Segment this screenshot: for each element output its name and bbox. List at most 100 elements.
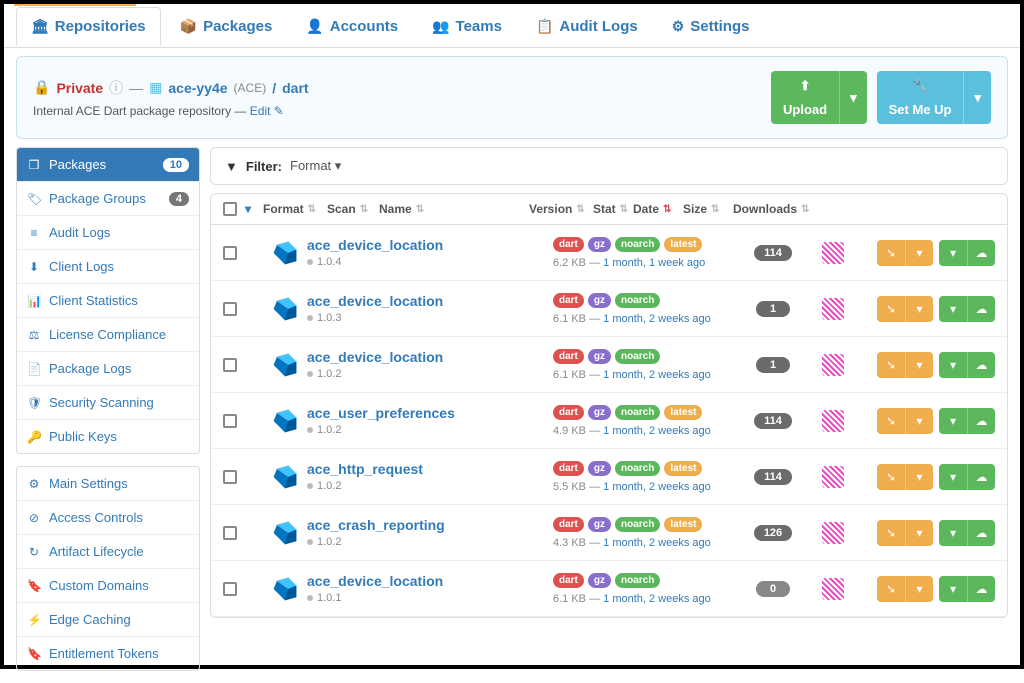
owner-avatar[interactable] <box>822 578 844 600</box>
package-date[interactable]: 1 month, 2 weeks ago <box>603 481 711 493</box>
action-more[interactable]: ▾ <box>939 408 967 434</box>
col-name[interactable]: Name⇅ <box>379 202 529 216</box>
package-date[interactable]: 1 month, 2 weeks ago <box>603 425 711 437</box>
sidebar-item-public-keys[interactable]: 🔑Public Keys <box>17 420 199 453</box>
row-checkbox[interactable] <box>223 414 237 428</box>
action-fetch-dropdown[interactable]: ▾ <box>905 296 933 322</box>
owner-avatar[interactable] <box>822 522 844 544</box>
sidebar-item-security-scanning[interactable]: 🛡Security Scanning <box>17 386 199 420</box>
upload-dropdown[interactable]: ▾ <box>839 71 867 124</box>
action-download[interactable]: ☁ <box>967 408 995 434</box>
package-date[interactable]: 1 month, 2 weeks ago <box>603 593 711 605</box>
owner-avatar[interactable] <box>822 242 844 264</box>
package-version[interactable]: 1.0.2 <box>307 368 553 380</box>
setup-button[interactable]: 🔧Set Me Up <box>877 71 964 124</box>
help-icon[interactable]: ⓘ <box>109 78 123 98</box>
action-fetch[interactable]: ➘ <box>877 520 905 546</box>
package-date[interactable]: 1 month, 1 week ago <box>603 257 705 269</box>
package-name-link[interactable]: ace_http_request <box>307 461 553 477</box>
action-download[interactable]: ☁ <box>967 576 995 602</box>
row-checkbox[interactable] <box>223 526 237 540</box>
setup-dropdown[interactable]: ▾ <box>963 71 991 124</box>
tab-teams[interactable]: 👥Teams <box>417 7 517 45</box>
package-name-link[interactable]: ace_user_preferences <box>307 405 553 421</box>
sidebar-item-client-statistics[interactable]: 📊Client Statistics <box>17 284 199 318</box>
action-fetch-dropdown[interactable]: ▾ <box>905 520 933 546</box>
action-fetch[interactable]: ➘ <box>877 296 905 322</box>
col-format[interactable]: Format⇅ <box>263 202 327 216</box>
row-checkbox[interactable] <box>223 246 237 260</box>
package-version[interactable]: 1.0.3 <box>307 312 553 324</box>
action-download[interactable]: ☁ <box>967 352 995 378</box>
col-date[interactable]: Date⇅ <box>633 202 683 216</box>
action-download[interactable]: ☁ <box>967 464 995 490</box>
col-size[interactable]: Size⇅ <box>683 202 733 216</box>
owner-avatar[interactable] <box>822 410 844 432</box>
tab-audit-logs[interactable]: 📋Audit Logs <box>521 7 653 45</box>
package-name-link[interactable]: ace_device_location <box>307 293 553 309</box>
owner-avatar[interactable] <box>822 298 844 320</box>
select-all-checkbox[interactable] <box>223 202 237 216</box>
owner-avatar[interactable] <box>822 466 844 488</box>
action-more[interactable]: ▾ <box>939 352 967 378</box>
tab-accounts[interactable]: 👤Accounts <box>291 7 413 45</box>
package-date[interactable]: 1 month, 2 weeks ago <box>603 369 711 381</box>
owner-avatar[interactable] <box>822 354 844 376</box>
sidebar-item-packages[interactable]: ❒Packages10 <box>17 148 199 182</box>
action-more[interactable]: ▾ <box>939 296 967 322</box>
action-fetch[interactable]: ➘ <box>877 464 905 490</box>
package-version[interactable]: 1.0.2 <box>307 480 553 492</box>
edit-description-link[interactable]: Edit ✎ <box>250 104 284 118</box>
action-more[interactable]: ▾ <box>939 520 967 546</box>
sidebar-item-entitlement-tokens[interactable]: 🔖Entitlement Tokens <box>17 637 199 670</box>
select-dropdown[interactable]: ▾ <box>245 202 251 216</box>
action-fetch-dropdown[interactable]: ▾ <box>905 352 933 378</box>
tab-packages[interactable]: 📦Packages <box>165 7 288 45</box>
col-downloads[interactable]: Downloads⇅ <box>733 202 823 216</box>
action-more[interactable]: ▾ <box>939 576 967 602</box>
sidebar-item-audit-logs[interactable]: ≡Audit Logs <box>17 216 199 250</box>
repo-link[interactable]: dart <box>282 80 308 96</box>
row-checkbox[interactable] <box>223 302 237 316</box>
sidebar-item-custom-domains[interactable]: 🔖Custom Domains <box>17 569 199 603</box>
sidebar-item-package-logs[interactable]: 📄Package Logs <box>17 352 199 386</box>
package-name-link[interactable]: ace_device_location <box>307 349 553 365</box>
sidebar-item-client-logs[interactable]: ⬇Client Logs <box>17 250 199 284</box>
action-fetch[interactable]: ➘ <box>877 576 905 602</box>
row-checkbox[interactable] <box>223 582 237 596</box>
package-date[interactable]: 1 month, 2 weeks ago <box>603 313 711 325</box>
action-fetch[interactable]: ➘ <box>877 352 905 378</box>
package-version[interactable]: 1.0.2 <box>307 424 553 436</box>
upload-button[interactable]: ⬆Upload <box>771 71 839 124</box>
action-fetch-dropdown[interactable]: ▾ <box>905 576 933 602</box>
action-download[interactable]: ☁ <box>967 296 995 322</box>
action-fetch-dropdown[interactable]: ▾ <box>905 464 933 490</box>
action-fetch[interactable]: ➘ <box>877 240 905 266</box>
package-date[interactable]: 1 month, 2 weeks ago <box>603 537 711 549</box>
filter-format-dropdown[interactable]: Format ▾ <box>290 158 341 174</box>
package-name-link[interactable]: ace_crash_reporting <box>307 517 553 533</box>
action-download[interactable]: ☁ <box>967 240 995 266</box>
row-checkbox[interactable] <box>223 358 237 372</box>
col-version[interactable]: Version⇅ <box>529 202 593 216</box>
action-fetch[interactable]: ➘ <box>877 408 905 434</box>
sidebar-item-edge-caching[interactable]: ⚡Edge Caching <box>17 603 199 637</box>
package-name-link[interactable]: ace_device_location <box>307 573 553 589</box>
tab-repositories[interactable]: 🏛Repositories <box>16 7 161 46</box>
package-name-link[interactable]: ace_device_location <box>307 237 553 253</box>
org-link[interactable]: ace-yy4e <box>168 80 227 96</box>
sidebar-item-access-controls[interactable]: ⊘Access Controls <box>17 501 199 535</box>
sidebar-item-package-groups[interactable]: 🏷Package Groups4 <box>17 182 199 216</box>
action-fetch-dropdown[interactable]: ▾ <box>905 408 933 434</box>
action-download[interactable]: ☁ <box>967 520 995 546</box>
col-scan[interactable]: Scan⇅ <box>327 202 379 216</box>
col-stat[interactable]: Stat⇅ <box>593 202 633 216</box>
package-version[interactable]: 1.0.2 <box>307 536 553 548</box>
package-version[interactable]: 1.0.1 <box>307 592 553 604</box>
sidebar-item-main-settings[interactable]: ⚙Main Settings <box>17 467 199 501</box>
row-checkbox[interactable] <box>223 470 237 484</box>
tab-settings[interactable]: ⚙Settings <box>657 7 765 45</box>
sidebar-item-license-compliance[interactable]: ⚖License Compliance <box>17 318 199 352</box>
action-fetch-dropdown[interactable]: ▾ <box>905 240 933 266</box>
action-more[interactable]: ▾ <box>939 240 967 266</box>
